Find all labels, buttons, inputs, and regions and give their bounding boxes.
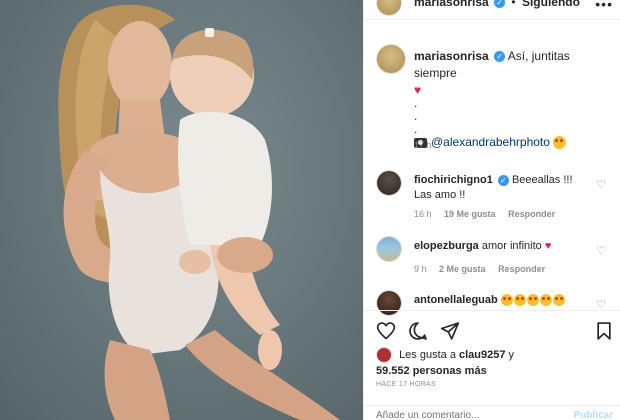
- mother-daughter-photo: [58, 4, 340, 420]
- post-photo[interactable]: [0, 0, 363, 420]
- header-separator: •: [511, 0, 516, 9]
- caption-time[interactable]: 17 h: [414, 140, 432, 150]
- heart-eyes-emoji-icon: [500, 294, 513, 307]
- post-header: mariasonrisa ✓ • Siguiendo •••: [364, 0, 620, 20]
- post-actions: Les gusta a clau9257 y 59.552 personas m…: [364, 310, 620, 420]
- comment-username[interactable]: fiochirichigno1: [414, 174, 493, 186]
- comment-avatar[interactable]: [376, 170, 402, 196]
- comment-username[interactable]: antonellaleguab: [414, 294, 498, 306]
- photographer-mention[interactable]: @alexandrabehrphoto: [431, 135, 550, 149]
- likes-summary: Les gusta a clau9257 y 59.552 personas m…: [376, 347, 606, 379]
- header-user-row: mariasonrisa ✓ • Siguiendo: [414, 0, 580, 9]
- heart-eyes-emoji-icon: [526, 294, 539, 307]
- likes-count[interactable]: 59.552 personas más: [376, 364, 606, 379]
- like-comment-heart-icon[interactable]: ♡: [596, 178, 606, 191]
- heart-eyes-emoji-icon: [539, 294, 552, 307]
- comment-time[interactable]: 9 h: [414, 264, 427, 274]
- verified-badge-icon: ✓: [494, 0, 506, 9]
- comment-text: antonellaleguab: [414, 293, 589, 308]
- author-username[interactable]: mariasonrisa: [414, 0, 489, 9]
- comment-username[interactable]: elopezburga: [414, 240, 479, 252]
- caption-username[interactable]: mariasonrisa: [414, 49, 489, 63]
- comment-meta: 9 h 2 Me gusta Responder: [414, 264, 555, 274]
- add-comment-input[interactable]: [376, 410, 556, 420]
- likes-prefix: Les gusta a: [399, 348, 456, 361]
- caption-dot: .: [414, 122, 418, 136]
- comment-likes[interactable]: 19 Me gusta: [444, 209, 496, 219]
- share-paper-plane-icon[interactable]: [440, 321, 460, 341]
- liker-avatar[interactable]: [376, 347, 392, 363]
- heart-eyes-emoji-icon: [553, 136, 567, 150]
- likes-connector: y: [508, 348, 515, 361]
- following-button[interactable]: Siguiendo: [522, 0, 580, 9]
- comment-likes[interactable]: 2 Me gusta: [439, 264, 486, 274]
- post-side-panel: mariasonrisa ✓ • Siguiendo ••• mariasonr…: [363, 0, 620, 420]
- comment-body: amor infinito: [481, 240, 542, 252]
- post-timestamp[interactable]: HACE 17 HORAS: [376, 381, 436, 388]
- save-bookmark-icon[interactable]: [594, 321, 614, 341]
- verified-badge-icon: ✓: [497, 174, 509, 186]
- heart-eyes-emoji-icon: [513, 294, 526, 307]
- more-options-icon[interactable]: •••: [595, 0, 613, 12]
- comment-text: fiochirichigno1 ✓ Beeeallas !!! Las amo …: [414, 173, 589, 203]
- liker-username[interactable]: clau9257: [459, 349, 505, 361]
- comment-text: elopezburga amor infinito ♥: [414, 239, 589, 254]
- caption-dot: .: [414, 96, 418, 110]
- verified-badge-icon: ✓: [494, 51, 506, 63]
- reply-button[interactable]: Responder: [508, 209, 555, 219]
- heart-eyes-emoji-icon: [552, 294, 565, 307]
- reply-button[interactable]: Responder: [498, 264, 545, 274]
- red-heart-emoji-icon: ♥: [544, 240, 552, 252]
- caption-avatar[interactable]: [376, 44, 406, 74]
- like-heart-icon[interactable]: [376, 321, 396, 341]
- comment-bubble-icon[interactable]: [408, 321, 428, 341]
- comment-time[interactable]: 16 h: [414, 209, 432, 219]
- publish-button[interactable]: Publicar: [574, 410, 613, 420]
- caption-dot: .: [414, 109, 418, 123]
- like-comment-heart-icon[interactable]: ♡: [596, 244, 606, 257]
- comment-meta: 16 h 19 Me gusta Responder: [414, 209, 565, 219]
- author-avatar[interactable]: [376, 0, 402, 16]
- comment-avatar[interactable]: [376, 236, 402, 262]
- caption-text: mariasonrisa ✓ Así, juntitas siempre ♥ .…: [414, 48, 614, 151]
- add-comment-bar: Publicar: [364, 405, 620, 420]
